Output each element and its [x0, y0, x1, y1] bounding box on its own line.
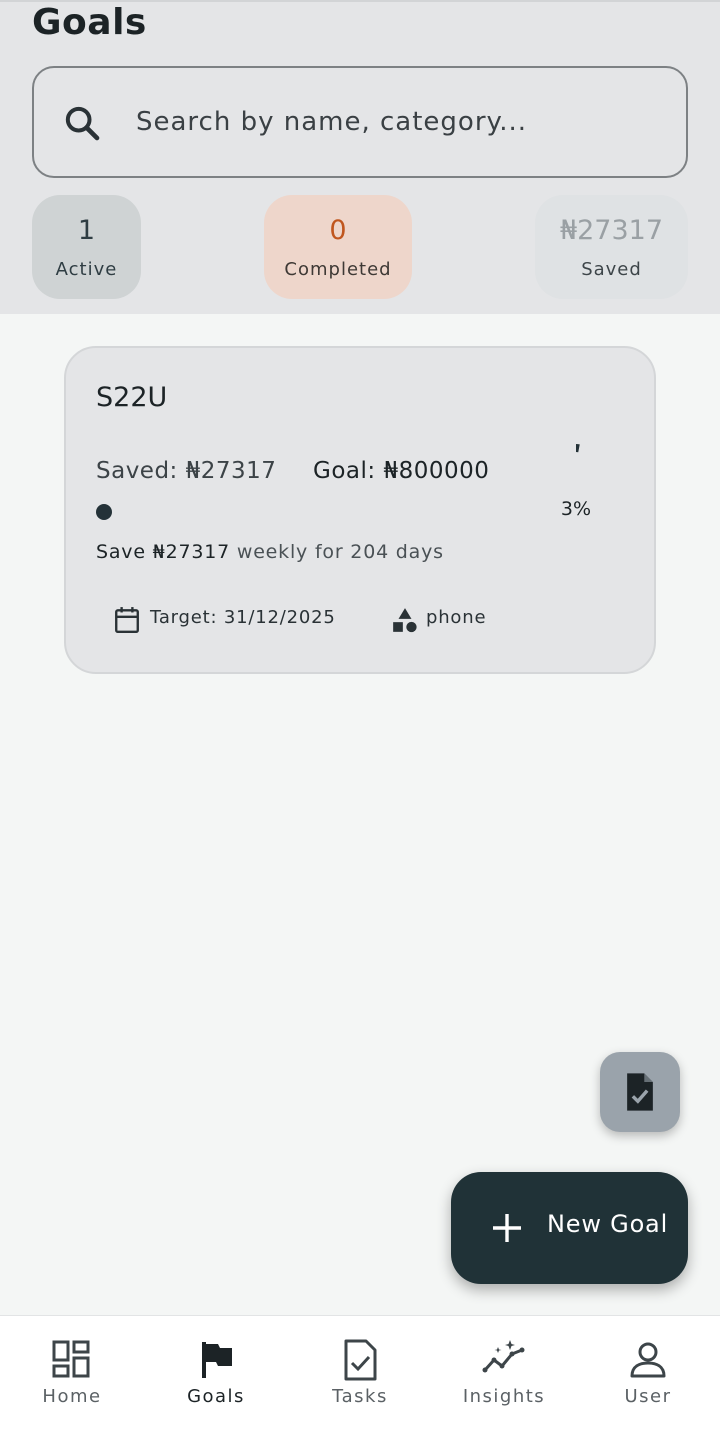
- goal-category: phone: [426, 607, 487, 628]
- weekly-save-schedule: weekly for 204 days: [230, 541, 444, 563]
- nav-label-goals: Goals: [187, 1386, 245, 1407]
- nav-label-insights: Insights: [462, 1386, 546, 1407]
- nav-item-user[interactable]: User: [576, 1316, 720, 1442]
- task-document-icon: [627, 1073, 653, 1111]
- search-icon: [65, 106, 100, 141]
- nav-item-tasks[interactable]: Tasks: [288, 1316, 432, 1442]
- goal-name: S22U: [96, 382, 168, 413]
- report-button[interactable]: [600, 1052, 680, 1132]
- task-icon: [344, 1339, 377, 1381]
- bottom-nav: Home Goals Tasks Insights User: [0, 1315, 720, 1442]
- nav-label-user: User: [624, 1386, 672, 1407]
- search-bar[interactable]: [32, 66, 688, 178]
- goal-card[interactable]: S22U Saved: ₦27317 Goal: ₦800000 3% Save…: [64, 346, 656, 674]
- new-goal-label: New Goal: [547, 1210, 669, 1238]
- nav-label-home: Home: [42, 1386, 102, 1407]
- saved-label: Saved: [581, 259, 642, 280]
- weekly-savings-plan: Save ₦27317 weekly for 204 days: [96, 541, 444, 563]
- goal-target-date: Target: 31/12/2025: [150, 607, 336, 628]
- calendar-icon: [115, 607, 139, 634]
- completed-label: Completed: [284, 259, 392, 280]
- goal-target-amount: Goal: ₦800000: [313, 458, 490, 484]
- progress-percent: 3%: [560, 498, 592, 520]
- dashboard-icon: [52, 1340, 90, 1378]
- new-goal-button[interactable]: New Goal: [451, 1172, 688, 1284]
- flag-icon: [202, 1342, 232, 1378]
- active-count: 1: [77, 215, 96, 246]
- progress-bar-fill: [96, 504, 112, 520]
- nav-label-tasks: Tasks: [332, 1386, 388, 1407]
- saved-total: ₦27317: [559, 215, 664, 246]
- user-icon: [630, 1342, 666, 1378]
- progress-ring: [575, 444, 580, 453]
- plus-icon: [493, 1214, 521, 1242]
- saved-stat-chip[interactable]: ₦27317 Saved: [535, 195, 688, 299]
- completed-count: 0: [329, 215, 347, 246]
- nav-item-home[interactable]: Home: [0, 1316, 144, 1442]
- active-label: Active: [55, 259, 118, 280]
- nav-item-insights[interactable]: Insights: [432, 1316, 576, 1442]
- search-input[interactable]: [136, 96, 656, 148]
- category-icon: [393, 608, 417, 633]
- active-stat-chip[interactable]: 1 Active: [32, 195, 141, 299]
- goal-saved-amount: Saved: ₦27317: [96, 458, 277, 484]
- page-title: Goals: [32, 2, 147, 43]
- progress-bar: [96, 504, 516, 520]
- insights-icon: [482, 1340, 525, 1373]
- header: Goals 1 Active 0 Completed ₦27317 Saved: [0, 0, 720, 314]
- completed-stat-chip[interactable]: 0 Completed: [264, 195, 412, 299]
- weekly-save-amount: Save ₦27317: [96, 541, 231, 563]
- nav-item-goals[interactable]: Goals: [144, 1316, 288, 1442]
